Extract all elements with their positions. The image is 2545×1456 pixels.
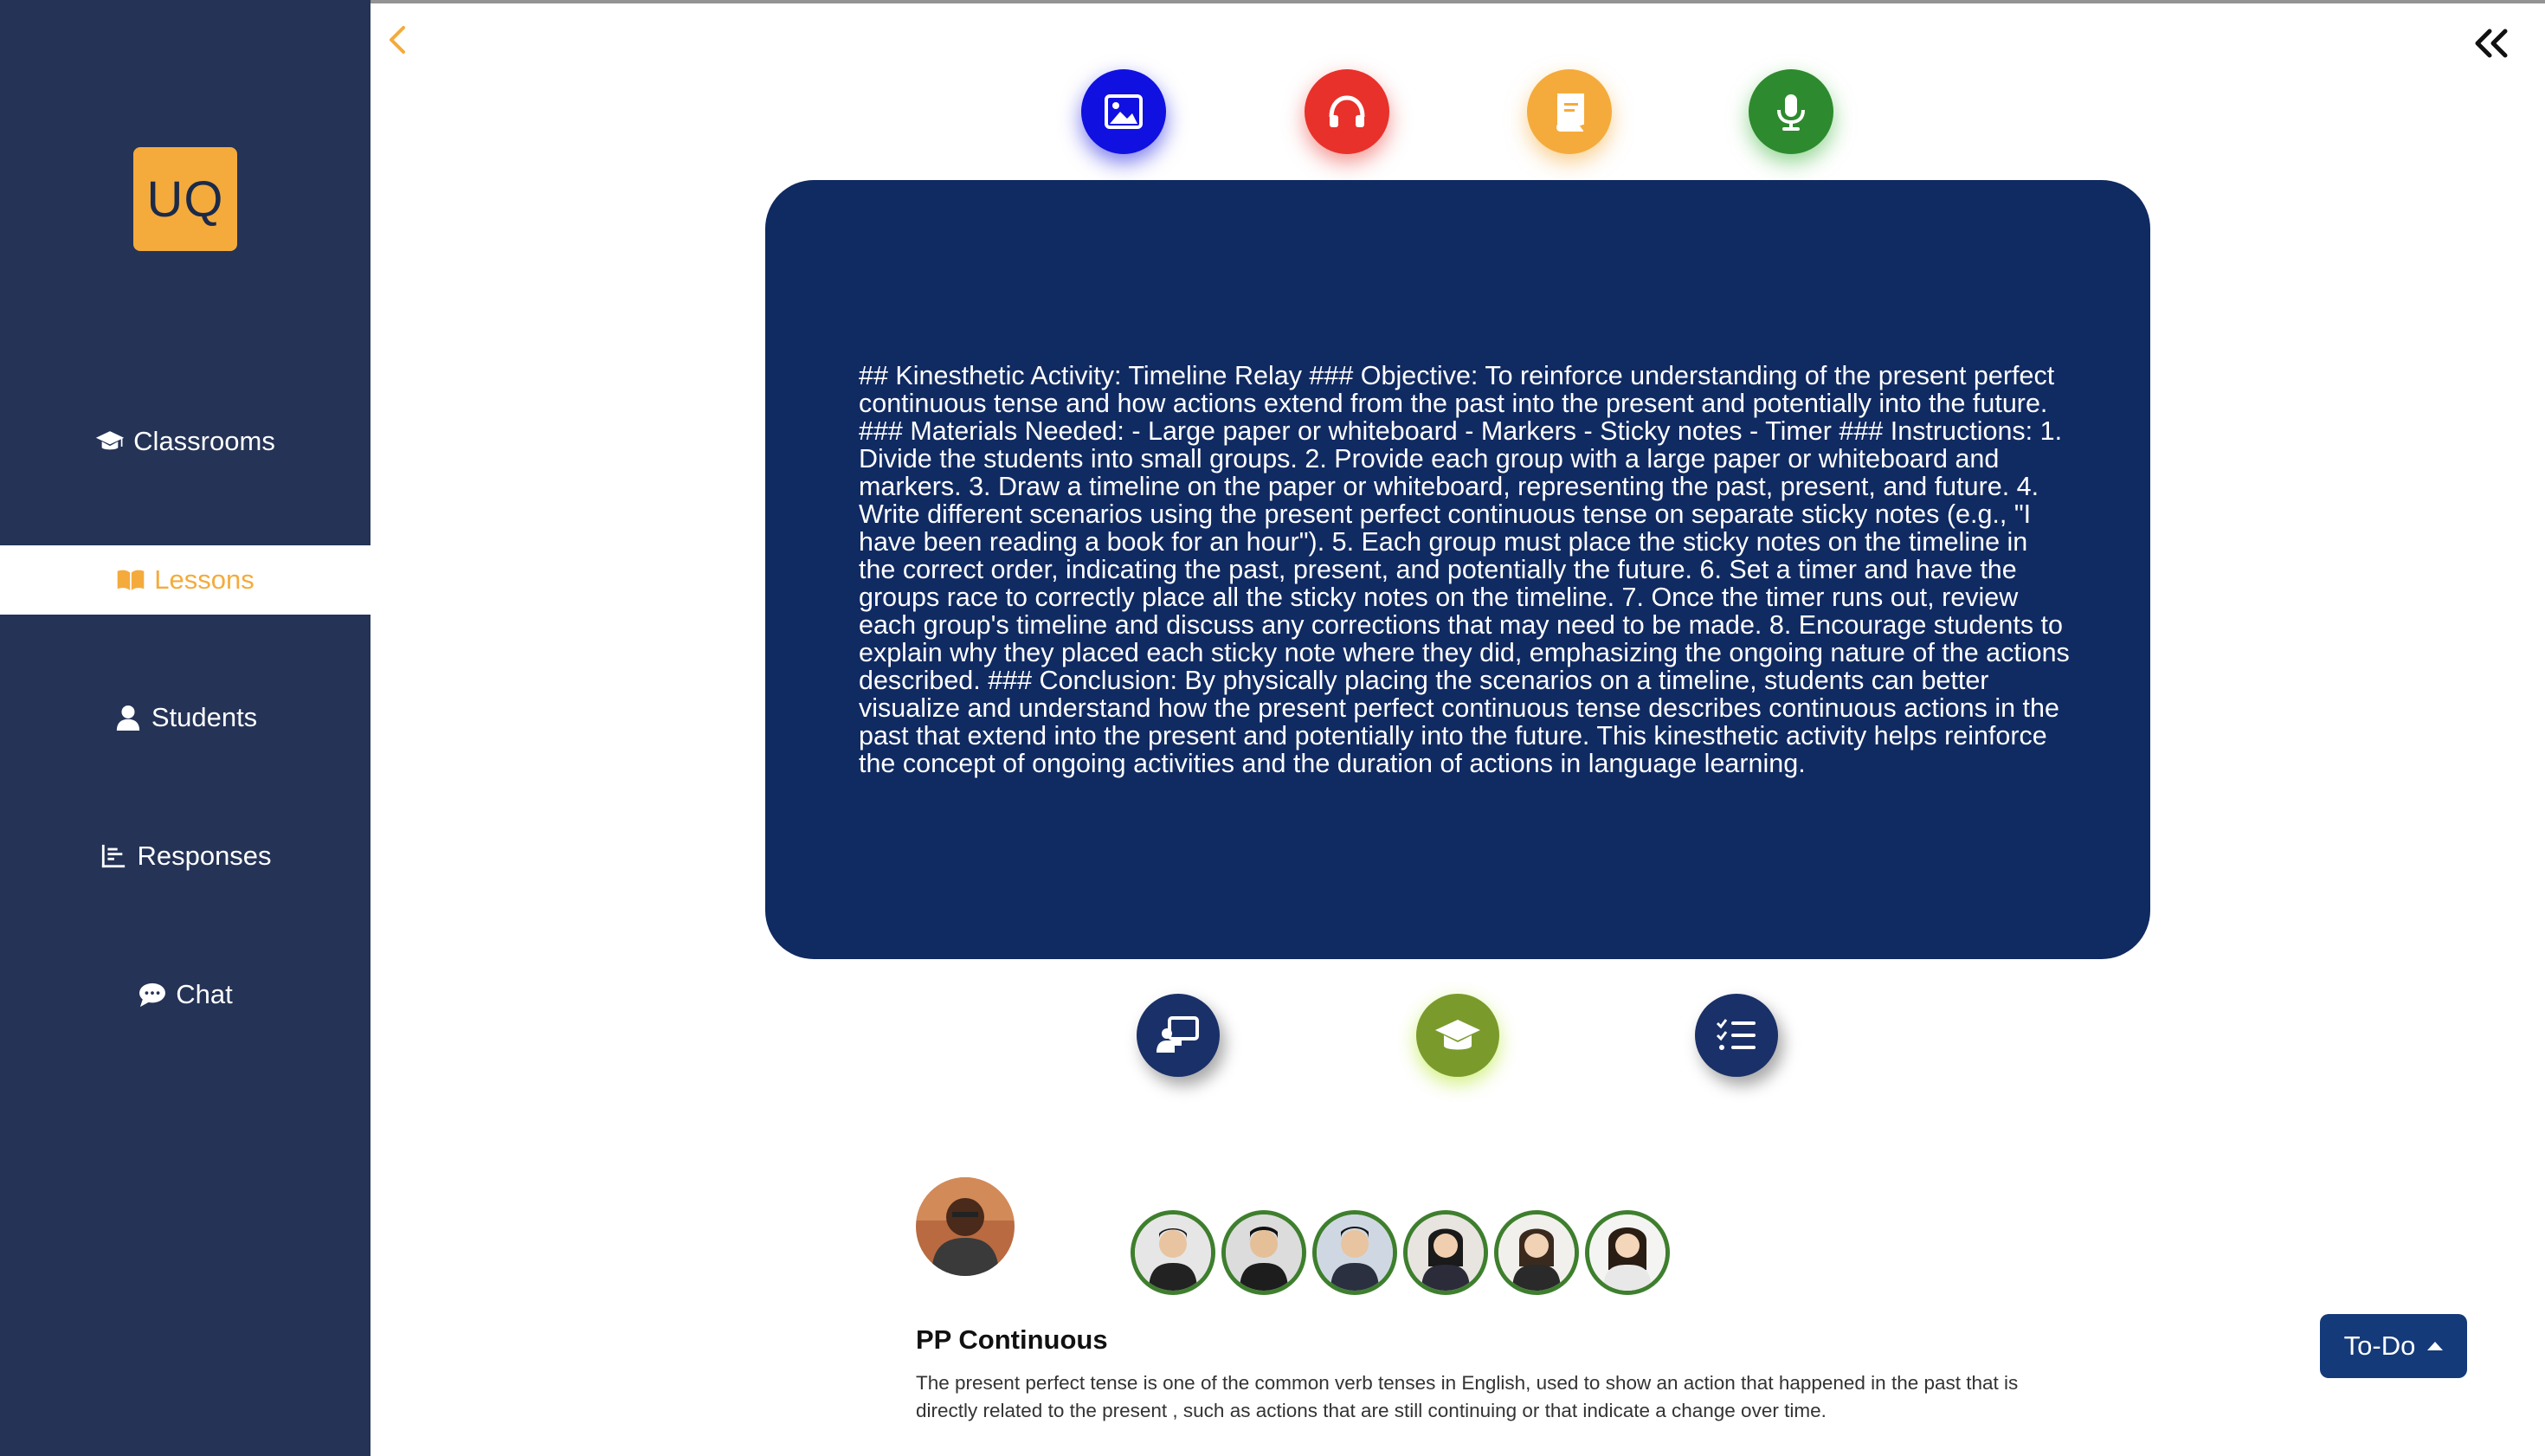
sidebar-item-chat[interactable]: Chat: [0, 960, 370, 1029]
chevron-left-icon[interactable]: [384, 23, 410, 57]
lesson-description: The present perfect tense is one of the …: [916, 1372, 2019, 1421]
sidebar-item-label: Lessons: [154, 564, 254, 595]
sidebar-item-label: Classrooms: [133, 426, 275, 456]
sidebar-item-responses[interactable]: Responses: [0, 821, 370, 891]
image-icon: [1105, 94, 1143, 129]
student-avatar[interactable]: [1403, 1210, 1488, 1295]
presentation-button[interactable]: [1137, 994, 1220, 1077]
teacher-avatar[interactable]: [916, 1177, 1015, 1276]
todo-button[interactable]: To-Do: [2320, 1314, 2467, 1378]
microphone-icon: [1777, 94, 1805, 131]
activity-card: ## Kinesthetic Activity: Timeline Relay …: [765, 180, 2150, 959]
sidebar-item-lessons[interactable]: Lessons: [0, 545, 370, 615]
sidebar-item-students[interactable]: Students: [0, 683, 370, 752]
sidebar-item-label: Chat: [176, 979, 233, 1009]
graduation-cap-icon: [1435, 1020, 1480, 1050]
sidebar-item-classrooms[interactable]: Classrooms: [0, 407, 370, 476]
headphones-icon: [1329, 95, 1365, 127]
student-avatar[interactable]: [1494, 1210, 1579, 1295]
sidebar-item-label: Students: [151, 702, 258, 732]
student-avatar[interactable]: [1312, 1210, 1397, 1295]
student-avatar[interactable]: [1131, 1210, 1215, 1295]
caret-up-icon: [2427, 1342, 2444, 1350]
sidebar-item-label: Responses: [137, 841, 272, 871]
student-avatar[interactable]: [1585, 1210, 1670, 1295]
graduation-cap-icon: [96, 431, 125, 450]
checklist-button[interactable]: [1695, 994, 1778, 1077]
activity-text: ## Kinesthetic Activity: Timeline Relay …: [859, 361, 2070, 778]
sidebar: UQ Classrooms Lessons Students Responses…: [0, 0, 370, 1456]
top-shadow: [0, 0, 2545, 3]
todo-label: To-Do: [2343, 1330, 2416, 1361]
image-mode-button[interactable]: [1081, 69, 1166, 154]
student-avatar[interactable]: [1221, 1210, 1306, 1295]
book-icon: [1556, 93, 1584, 132]
reading-mode-button[interactable]: [1527, 69, 1612, 154]
speaking-mode-button[interactable]: [1749, 69, 1833, 154]
app-logo[interactable]: UQ: [133, 147, 237, 251]
user-icon: [116, 705, 139, 731]
book-open-icon: [117, 570, 145, 590]
lesson-title: PP Continuous: [916, 1324, 1108, 1355]
teacher-board-icon: [1157, 1016, 1199, 1053]
double-chevron-left-icon[interactable]: [2472, 26, 2510, 61]
bar-chart-icon: [102, 844, 126, 868]
task-list-icon: [1716, 1019, 1756, 1050]
learning-button[interactable]: [1416, 994, 1499, 1077]
audio-mode-button[interactable]: [1305, 69, 1389, 154]
chat-bubble-icon: [139, 982, 166, 1008]
